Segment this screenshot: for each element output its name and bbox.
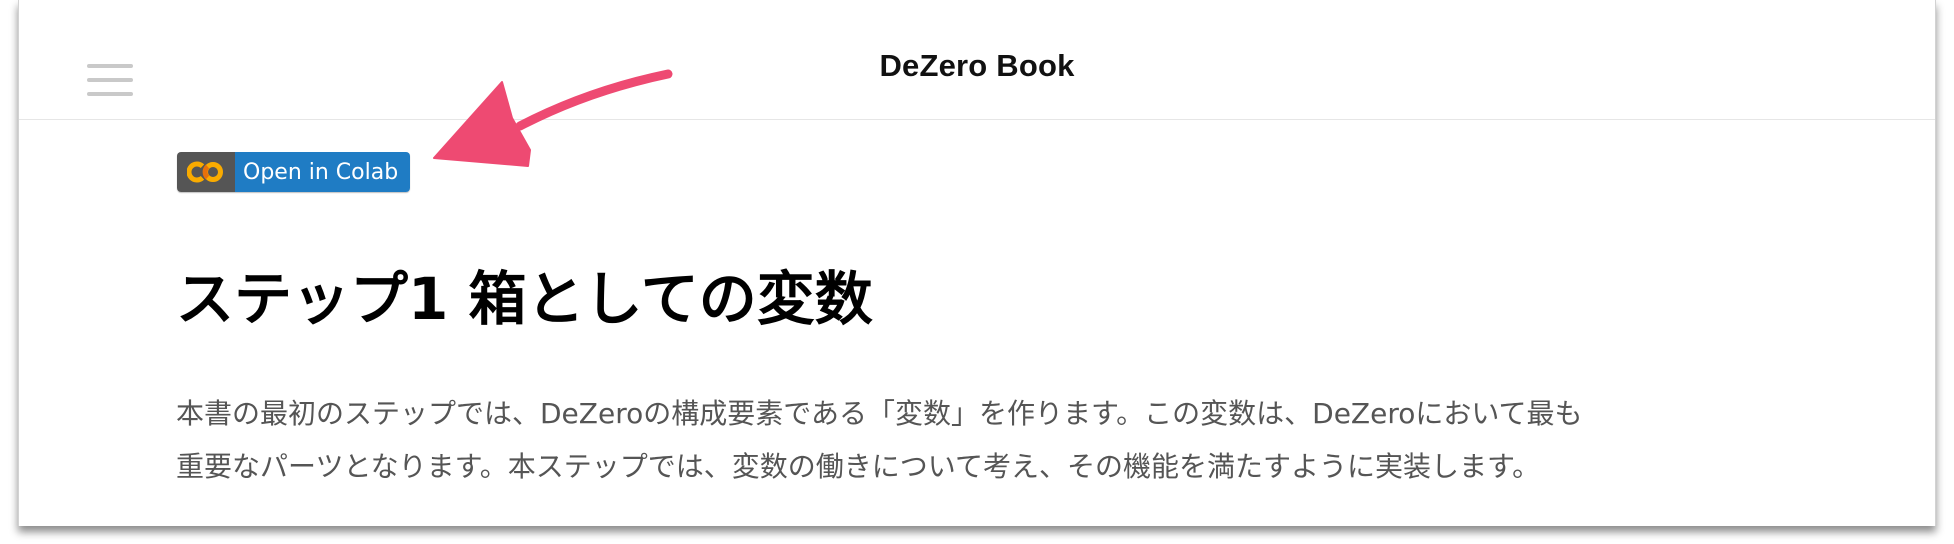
paragraph-line: 重要なパーツとなります。本ステップでは、変数の働きについて考え、その機能を満たす… bbox=[176, 450, 1541, 483]
colab-badge-label: Open in Colab bbox=[235, 152, 411, 192]
intro-paragraph: 本書の最初のステップでは、DeZeroの構成要素である「変数」を作ります。この変… bbox=[176, 387, 1736, 493]
page-title: ステップ1 箱としての変数 bbox=[176, 265, 873, 333]
hamburger-line bbox=[87, 92, 133, 96]
pointer-arrow-icon bbox=[433, 69, 673, 167]
paragraph-line: 本書の最初のステップでは、DeZeroの構成要素である「変数」を作ります。この変… bbox=[176, 397, 1583, 430]
site-title[interactable]: DeZero Book bbox=[19, 48, 1935, 84]
top-bar: DeZero Book bbox=[19, 0, 1935, 120]
open-in-colab-badge[interactable]: Open in Colab bbox=[177, 152, 411, 192]
colab-logo-icon bbox=[177, 152, 235, 192]
page-frame: DeZero Book Open in Colab ステップ1 箱としての変数 … bbox=[18, 0, 1936, 526]
